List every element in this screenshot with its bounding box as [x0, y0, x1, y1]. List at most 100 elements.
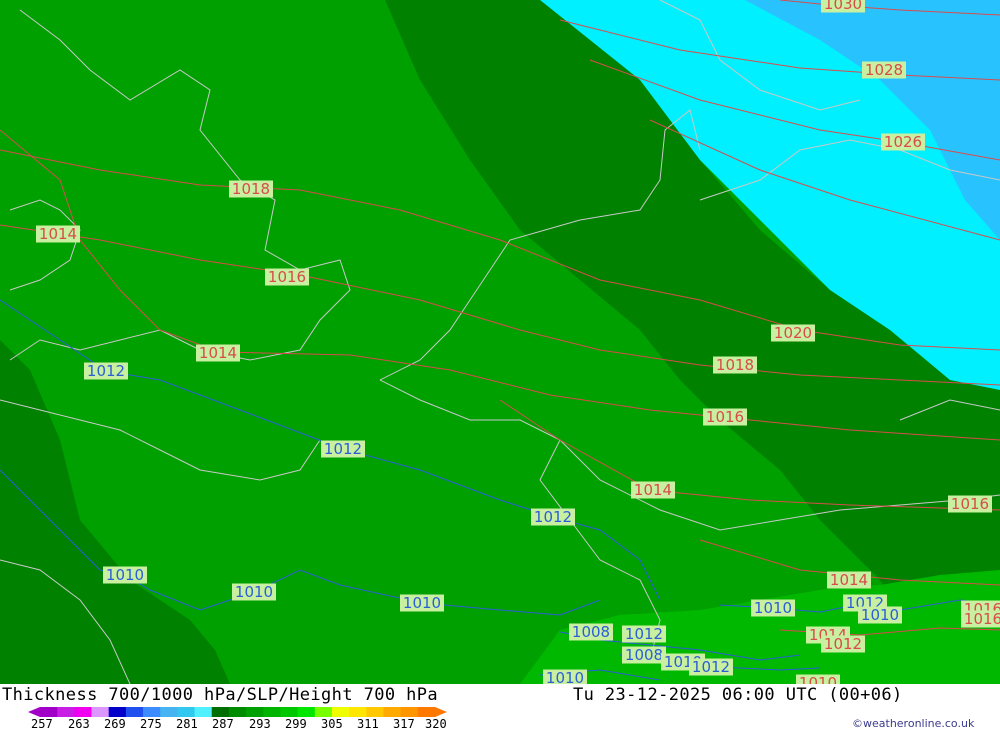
isobar-label-text: 1010: [754, 599, 792, 617]
colorbar-segment: [366, 707, 384, 717]
map-footer: Thickness 700/1000 hPa/SLP/Height 700 hP…: [0, 684, 1000, 733]
isobar-label-text: 1010: [106, 566, 144, 584]
colorbar-segment: [297, 707, 316, 717]
isobar-label: 1010: [858, 606, 902, 624]
credit-link[interactable]: ©weatheronline.co.uk: [852, 717, 974, 730]
isobar-label: 1030: [821, 0, 865, 13]
isobar-label: 1010: [400, 594, 444, 612]
isobar-label: 1016: [948, 495, 992, 513]
isobar-label-text: 1014: [830, 571, 868, 589]
isobar-label-text: 1012: [824, 635, 862, 653]
isobar-label-text: 1018: [232, 180, 270, 198]
isobar-label: 1028: [862, 61, 906, 79]
colorbar-segment: [417, 707, 436, 717]
isobar-label-text: 1010: [861, 606, 899, 624]
isobar-label-text: 1016: [951, 495, 989, 513]
colorbar-segment: [57, 707, 75, 717]
isobar-label: 1008: [569, 623, 613, 641]
isobar-label: 1016: [265, 268, 309, 286]
colorbar-segment: [314, 707, 333, 717]
colorbar-arrow-right: [435, 707, 447, 717]
isobar-label: 1010: [796, 674, 840, 684]
isobar-label-text: 1016: [964, 610, 1000, 628]
colorbar-segment: [40, 707, 58, 717]
colorbar-tick-label: 287: [212, 717, 234, 731]
isobar-label: 1010: [103, 566, 147, 584]
isobar-label-text: 1012: [324, 440, 362, 458]
colorbar-tick-label: 257: [31, 717, 53, 731]
isobar-label: 1016: [703, 408, 747, 426]
isobar-label: 1014: [827, 571, 871, 589]
isobar-label: 1020: [771, 324, 815, 342]
isobar-label-text: 1016: [706, 408, 744, 426]
colorbar-tick-label: 275: [140, 717, 162, 731]
colorbar-segment: [194, 707, 213, 717]
isobar-label: 1026: [881, 133, 925, 151]
isobar-label-text: 1008: [572, 623, 610, 641]
isobar-label-text: 1008: [625, 646, 663, 664]
isobar-label: 1012: [321, 440, 365, 458]
isobar-label-text: 1010: [235, 583, 273, 601]
isobar-label: 1012: [689, 658, 733, 676]
isobar-label-text: 1012: [692, 658, 730, 676]
isobar-label-text: 1012: [87, 362, 125, 380]
isobar-label: 1014: [36, 225, 80, 243]
isobar-label: 1016: [961, 610, 1000, 628]
colorbar-segment: [91, 707, 110, 717]
isobar-label-text: 1014: [634, 481, 672, 499]
colorbar-segment: [125, 707, 144, 717]
isobar-label-text: 1010: [403, 594, 441, 612]
colorbar-tick-label: 281: [176, 717, 198, 731]
isobar-label: 1010: [232, 583, 276, 601]
colorbar-segment: [280, 707, 299, 717]
isobar-label-text: 1012: [534, 508, 572, 526]
colorbar-arrow-left: [28, 707, 40, 717]
colorbar-tick-label: 263: [68, 717, 90, 731]
colorbar-segment: [177, 707, 196, 717]
isobar-label-text: 1010: [799, 674, 837, 684]
isobar-label-text: 1026: [884, 133, 922, 151]
isobar-label-text: 1014: [199, 344, 237, 362]
isobar-label-text: 1030: [824, 0, 862, 13]
isobar-label-text: 1016: [268, 268, 306, 286]
colorbar-tick-label: 311: [357, 717, 379, 731]
isobar-label: 1014: [631, 481, 675, 499]
isobar-label-text: 1012: [625, 625, 663, 643]
forecast-timestamp: Tu 23-12-2025 06:00 UTC (00+06): [573, 685, 903, 705]
isobar-label: 1014: [196, 344, 240, 362]
colorbar-segment: [228, 707, 247, 717]
colorbar-segment: [246, 707, 264, 717]
colorbar-segment: [383, 707, 402, 717]
isobar-label-text: 1010: [546, 669, 584, 684]
weather-map: 1030 1028 1026 1018 1014 1016 1020 1014 1018 1012…: [0, 0, 1000, 684]
colorbar-segment: [143, 707, 161, 717]
isobar-label: 1012: [84, 362, 128, 380]
isobar-label: 1010: [751, 599, 795, 617]
isobar-label: 1012: [531, 508, 575, 526]
isobar-label: 1018: [229, 180, 273, 198]
colorbar-segment: [263, 707, 281, 717]
isobar-label-text: 1014: [39, 225, 77, 243]
isobar-label-text: 1028: [865, 61, 903, 79]
colorbar-tick-label: 299: [285, 717, 307, 731]
colorbar-segment: [74, 707, 93, 717]
colorbar-segment: [349, 707, 367, 717]
isobar-label-text: 1018: [716, 356, 754, 374]
colorbar-tick-label: 320: [425, 717, 447, 731]
colorbar-tick-label: 293: [249, 717, 271, 731]
colorbar-segment: [400, 707, 419, 717]
isobar-label: 1012: [821, 635, 865, 653]
isobar-label: 1008: [622, 646, 666, 664]
isobar-label-text: 1020: [774, 324, 812, 342]
colorbar-segment: [108, 707, 127, 717]
colorbar-tick-label: 269: [104, 717, 126, 731]
colorbar-segment: [331, 707, 350, 717]
colorbar-tick-label: 305: [321, 717, 343, 731]
colorbar-segment: [160, 707, 178, 717]
colorbar-tick-label: 317: [393, 717, 415, 731]
isobar-label: 1012: [622, 625, 666, 643]
isobar-label: 1018: [713, 356, 757, 374]
colorbar-segment: [211, 707, 230, 717]
map-title: Thickness 700/1000 hPa/SLP/Height 700 hP…: [2, 685, 439, 705]
isobar-label: 1010: [543, 669, 587, 684]
